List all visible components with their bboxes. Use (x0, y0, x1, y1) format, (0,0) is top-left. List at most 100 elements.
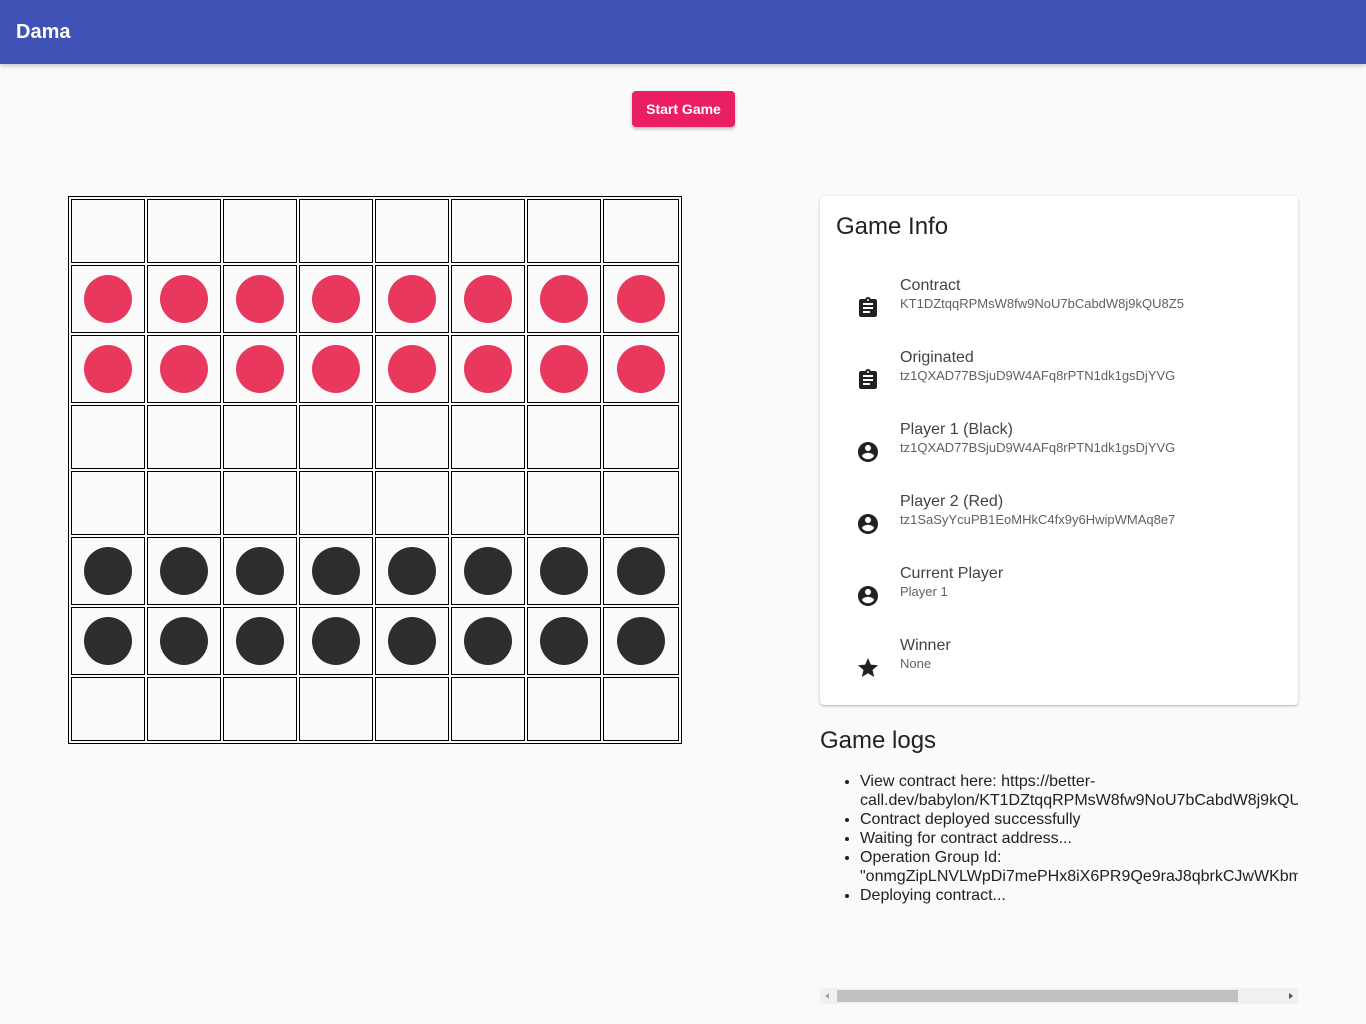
board-cell[interactable] (71, 199, 145, 263)
start-game-button[interactable]: Start Game (632, 91, 735, 127)
board-cell[interactable] (603, 677, 679, 741)
black-piece[interactable] (388, 547, 436, 595)
board-cell[interactable] (451, 199, 525, 263)
red-piece[interactable] (312, 345, 360, 393)
black-piece[interactable] (617, 617, 665, 665)
board-cell[interactable] (527, 537, 601, 605)
red-piece[interactable] (236, 275, 284, 323)
red-piece[interactable] (617, 345, 665, 393)
board-cell[interactable] (527, 607, 601, 675)
red-piece[interactable] (617, 275, 665, 323)
board-cell[interactable] (527, 265, 601, 333)
black-piece[interactable] (84, 617, 132, 665)
board-cell[interactable] (375, 199, 449, 263)
red-piece[interactable] (160, 275, 208, 323)
black-piece[interactable] (160, 547, 208, 595)
board-cell[interactable] (603, 199, 679, 263)
red-piece[interactable] (464, 275, 512, 323)
board-cell[interactable] (375, 471, 449, 535)
board-cell[interactable] (299, 537, 373, 605)
board-cell[interactable] (71, 537, 145, 605)
board-cell[interactable] (375, 405, 449, 469)
board-cell[interactable] (147, 537, 221, 605)
board-cell[interactable] (71, 677, 145, 741)
board-cell[interactable] (71, 335, 145, 403)
board-cell[interactable] (451, 677, 525, 741)
board-cell[interactable] (603, 335, 679, 403)
black-piece[interactable] (464, 547, 512, 595)
black-piece[interactable] (84, 547, 132, 595)
red-piece[interactable] (540, 275, 588, 323)
board-cell[interactable] (71, 607, 145, 675)
red-piece[interactable] (388, 345, 436, 393)
board-cell[interactable] (223, 335, 297, 403)
red-piece[interactable] (84, 275, 132, 323)
board-cell[interactable] (603, 265, 679, 333)
board-cell[interactable] (375, 677, 449, 741)
board-cell[interactable] (375, 335, 449, 403)
board-cell[interactable] (451, 537, 525, 605)
board-cell[interactable] (223, 677, 297, 741)
board-cell[interactable] (71, 471, 145, 535)
board-cell[interactable] (527, 335, 601, 403)
red-piece[interactable] (388, 275, 436, 323)
board-cell[interactable] (223, 199, 297, 263)
board-cell[interactable] (603, 471, 679, 535)
black-piece[interactable] (236, 617, 284, 665)
board-cell[interactable] (147, 607, 221, 675)
board-cell[interactable] (375, 537, 449, 605)
black-piece[interactable] (388, 617, 436, 665)
board-cell[interactable] (603, 405, 679, 469)
scrollbar-thumb[interactable] (837, 990, 1238, 1002)
board-cell[interactable] (451, 265, 525, 333)
board-cell[interactable] (223, 471, 297, 535)
board-cell[interactable] (451, 471, 525, 535)
board-cell[interactable] (223, 265, 297, 333)
scroll-left-icon[interactable] (825, 993, 829, 999)
black-piece[interactable] (540, 547, 588, 595)
board-cell[interactable] (527, 677, 601, 741)
board-cell[interactable] (527, 199, 601, 263)
horizontal-scrollbar[interactable] (820, 988, 1298, 1004)
board-cell[interactable] (375, 265, 449, 333)
black-piece[interactable] (236, 547, 284, 595)
red-piece[interactable] (160, 345, 208, 393)
board-cell[interactable] (527, 471, 601, 535)
board-cell[interactable] (71, 405, 145, 469)
red-piece[interactable] (312, 275, 360, 323)
board-cell[interactable] (299, 265, 373, 333)
red-piece[interactable] (84, 345, 132, 393)
black-piece[interactable] (312, 547, 360, 595)
board-cell[interactable] (147, 677, 221, 741)
board-cell[interactable] (451, 335, 525, 403)
board-cell[interactable] (299, 607, 373, 675)
board-cell[interactable] (223, 537, 297, 605)
board-cell[interactable] (147, 199, 221, 263)
board-cell[interactable] (223, 607, 297, 675)
board-cell[interactable] (603, 537, 679, 605)
black-piece[interactable] (312, 617, 360, 665)
black-piece[interactable] (160, 617, 208, 665)
board-cell[interactable] (299, 471, 373, 535)
red-piece[interactable] (464, 345, 512, 393)
board-cell[interactable] (451, 607, 525, 675)
board-cell[interactable] (527, 405, 601, 469)
scroll-right-icon[interactable] (1289, 993, 1293, 999)
board-cell[interactable] (71, 265, 145, 333)
black-piece[interactable] (617, 547, 665, 595)
red-piece[interactable] (540, 345, 588, 393)
black-piece[interactable] (540, 617, 588, 665)
red-piece[interactable] (236, 345, 284, 393)
board-cell[interactable] (375, 607, 449, 675)
board-cell[interactable] (147, 265, 221, 333)
board-cell[interactable] (147, 471, 221, 535)
board-cell[interactable] (451, 405, 525, 469)
board-cell[interactable] (299, 335, 373, 403)
board-cell[interactable] (147, 335, 221, 403)
board-cell[interactable] (147, 405, 221, 469)
game-logs-list[interactable]: View contract here: https://better-call.… (820, 772, 1298, 912)
black-piece[interactable] (464, 617, 512, 665)
board-cell[interactable] (299, 199, 373, 263)
board-cell[interactable] (299, 405, 373, 469)
board-cell[interactable] (299, 677, 373, 741)
